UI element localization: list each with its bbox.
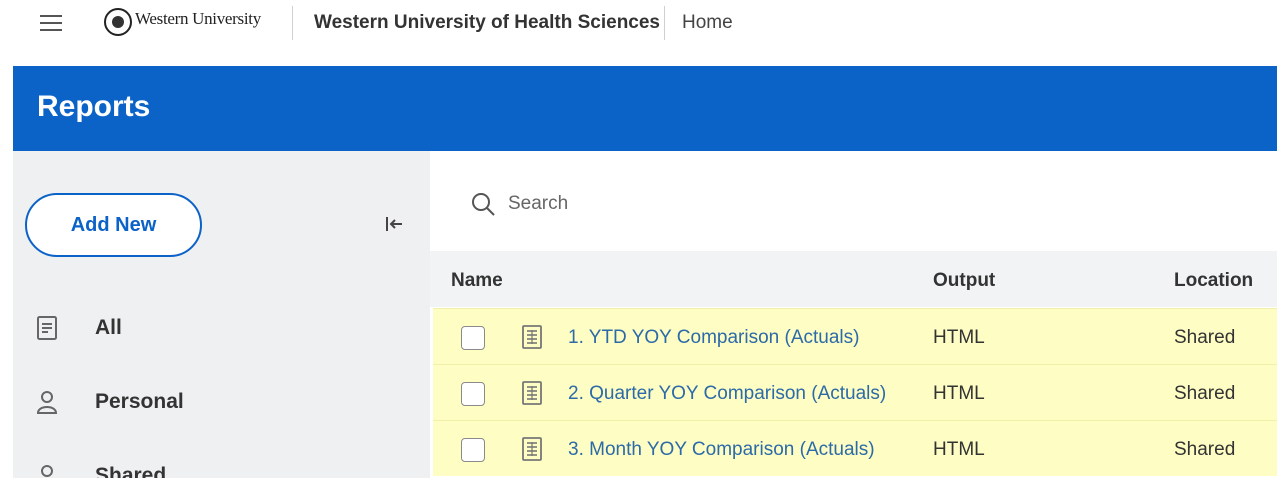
- output-cell: HTML: [933, 327, 985, 348]
- search-icon[interactable]: [470, 191, 496, 217]
- sidebar-item-label: Shared: [95, 464, 167, 478]
- table-row[interactable]: 1. YTD YOY Comparison (Actuals) HTML Sha…: [433, 308, 1277, 364]
- output-cell: HTML: [933, 383, 985, 404]
- location-cell: Shared: [1174, 327, 1236, 348]
- add-new-button[interactable]: Add New: [25, 193, 202, 257]
- sidebar-item-all[interactable]: All: [13, 307, 430, 347]
- menu-icon[interactable]: [38, 12, 64, 34]
- page-header: Reports: [13, 66, 1277, 151]
- main-content: Name Output Location 1. YTD YOY Comparis…: [430, 151, 1277, 478]
- row-checkbox[interactable]: [461, 326, 485, 350]
- page-title: Reports: [37, 90, 151, 123]
- sidebar-item-personal[interactable]: Personal: [13, 381, 430, 421]
- organization-name: Western University of Health Sciences: [314, 12, 660, 33]
- person-icon: [41, 465, 53, 477]
- location-cell: Shared: [1174, 383, 1236, 404]
- report-name-link[interactable]: 2. Quarter YOY Comparison (Actuals): [568, 383, 886, 405]
- logo-text: Western University: [135, 9, 261, 28]
- column-header-output[interactable]: Output: [933, 270, 995, 292]
- row-checkbox[interactable]: [461, 438, 485, 462]
- report-icon: [522, 325, 542, 349]
- person-icon: [36, 391, 58, 414]
- output-cell: HTML: [933, 439, 985, 460]
- search-bar: [430, 151, 1277, 251]
- row-checkbox[interactable]: [461, 382, 485, 406]
- document-icon: [37, 316, 57, 340]
- sidebar-item-label: Personal: [95, 390, 184, 413]
- sidebar: Add New All Personal Shared: [13, 151, 430, 478]
- report-name-link[interactable]: 3. Month YOY Comparison (Actuals): [568, 439, 875, 461]
- sidebar-item-label: All: [95, 316, 122, 339]
- top-bar: Western University Western University of…: [0, 0, 1277, 48]
- report-name-link[interactable]: 1. YTD YOY Comparison (Actuals): [568, 327, 859, 349]
- column-header-location[interactable]: Location: [1174, 270, 1253, 292]
- table-row[interactable]: 2. Quarter YOY Comparison (Actuals) HTML…: [433, 364, 1277, 420]
- report-icon: [522, 437, 542, 461]
- home-link[interactable]: Home: [682, 12, 733, 34]
- seal-icon: [104, 8, 132, 36]
- column-header-name[interactable]: Name: [451, 270, 503, 292]
- report-icon: [522, 381, 542, 405]
- location-cell: Shared: [1174, 439, 1236, 460]
- table-header: Name Output Location: [430, 251, 1277, 307]
- university-logo[interactable]: Western University: [104, 8, 261, 36]
- divider: [292, 6, 293, 40]
- table-row[interactable]: 3. Month YOY Comparison (Actuals) HTML S…: [433, 420, 1277, 476]
- sidebar-item-shared[interactable]: Shared: [13, 455, 430, 478]
- search-input[interactable]: [508, 189, 908, 219]
- collapse-sidebar-icon[interactable]: [383, 213, 405, 235]
- divider: [664, 6, 665, 40]
